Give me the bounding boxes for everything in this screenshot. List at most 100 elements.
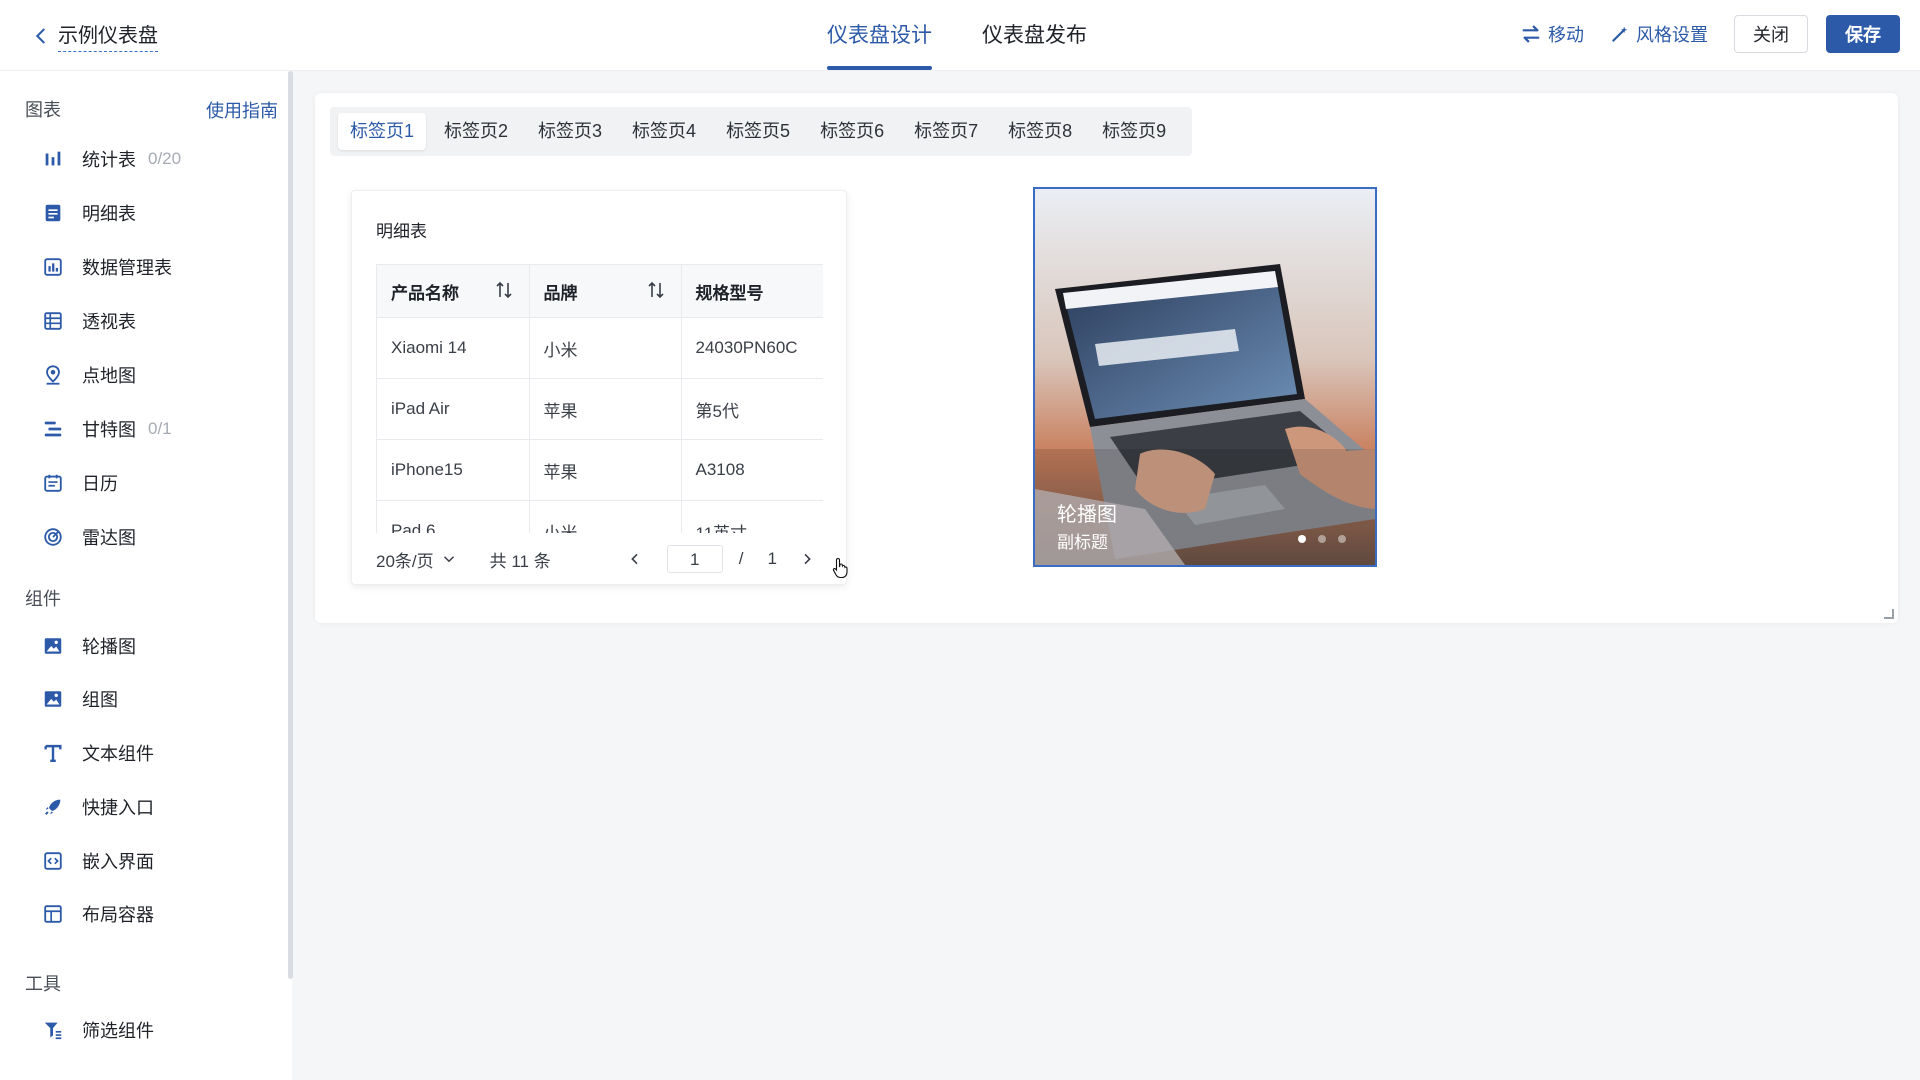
calendar-icon xyxy=(40,470,66,496)
sidebar-item-label: 点地图 xyxy=(82,366,136,386)
filter-icon xyxy=(40,1017,66,1043)
sidebar-item-point-map[interactable]: 点地图 xyxy=(40,360,136,390)
sidebar-item-quick-entry[interactable]: 快捷入口 xyxy=(40,792,154,822)
total-count: 共 11 条 xyxy=(489,551,551,571)
chevron-left-icon xyxy=(35,28,45,43)
canvas-tab[interactable]: 标签页7 xyxy=(902,113,990,150)
sidebar-item-statistics-table[interactable]: 统计表 0/20 xyxy=(40,144,181,174)
canvas-tab[interactable]: 标签页5 xyxy=(714,113,802,150)
map-pin-icon xyxy=(40,362,66,388)
sidebar-item-calendar[interactable]: 日历 xyxy=(40,468,118,498)
canvas-tab[interactable]: 标签页4 xyxy=(620,113,708,150)
sidebar-item-layout-container[interactable]: 布局容器 xyxy=(40,899,154,929)
page-size-value: 20条/页 xyxy=(376,551,434,571)
sidebar-item-carousel[interactable]: 轮播图 xyxy=(40,631,136,661)
sort-icon[interactable] xyxy=(495,280,513,300)
canvas-tab[interactable]: 标签页2 xyxy=(432,113,520,150)
sidebar-item-filter-component[interactable]: 筛选组件 xyxy=(40,1015,154,1045)
table-cell: 苹果 xyxy=(529,439,682,501)
carousel-widget[interactable]: 轮播图 副标题 xyxy=(1033,187,1377,567)
sidebar-item-image-group[interactable]: 组图 xyxy=(40,684,118,714)
sidebar-item-gantt[interactable]: 甘特图 0/1 xyxy=(40,414,172,444)
sidebar-item-label: 雷达图 xyxy=(82,528,136,548)
sidebar-item-label: 甘特图 xyxy=(82,420,136,440)
page-number-input[interactable]: 1 xyxy=(666,545,723,573)
table-cell: iPhone15 xyxy=(377,439,530,501)
table-cell: 小米 xyxy=(529,317,682,379)
column-header-model[interactable]: 规格型号 xyxy=(681,265,823,318)
page-size-select[interactable]: 20条/页 xyxy=(376,547,460,572)
sort-icon[interactable] xyxy=(647,280,665,300)
save-button[interactable]: 保存 xyxy=(1826,15,1900,53)
sidebar-item-label: 明细表 xyxy=(82,204,136,224)
table-row[interactable]: Xiaomi 14 小米 24030PN60C xyxy=(377,317,823,379)
dashboard-title[interactable]: 示例仪表盘 xyxy=(58,19,158,52)
table-pagination: 20条/页 共 11 条 1 / 1 xyxy=(376,544,836,574)
chevron-left-icon[interactable] xyxy=(627,551,643,567)
canvas-tab[interactable]: 标签页8 xyxy=(996,113,1084,150)
radar-icon xyxy=(40,524,66,550)
carousel-indicators xyxy=(1298,535,1358,543)
back-button[interactable]: 示例仪表盘 xyxy=(30,19,158,52)
sidebar-item-label: 日历 xyxy=(82,474,118,494)
image-group-icon xyxy=(40,686,66,712)
tools-section-title: 工具 xyxy=(25,974,61,994)
move-button[interactable]: 移动 xyxy=(1520,21,1584,47)
table-row[interactable]: Pad 6 小米 11英寸 xyxy=(377,500,823,533)
style-settings-button[interactable]: 风格设置 xyxy=(1610,21,1708,47)
carousel-image-icon xyxy=(40,633,66,659)
canvas-tab[interactable]: 标签页6 xyxy=(808,113,896,150)
rocket-icon xyxy=(40,794,66,820)
dashboard-canvas[interactable]: 标签页1 标签页2 标签页3 标签页4 标签页5 标签页6 标签页7 标签页8 … xyxy=(315,93,1898,623)
sidebar-item-label: 快捷入口 xyxy=(82,798,154,818)
carousel-dot[interactable] xyxy=(1338,535,1346,543)
carousel-title: 轮播图 xyxy=(1057,504,1117,526)
carousel-dot[interactable] xyxy=(1318,535,1326,543)
table-cell: 11英寸 xyxy=(681,500,823,533)
close-button[interactable]: 关闭 xyxy=(1734,15,1808,53)
mode-tabs: 仪表盘设计 仪表盘发布 xyxy=(815,0,1125,70)
widget-title: 明细表 xyxy=(376,222,427,241)
canvas-tab[interactable]: 标签页3 xyxy=(526,113,614,150)
sidebar-item-pivot-table[interactable]: 透视表 xyxy=(40,306,136,336)
user-guide-link[interactable]: 使用指南 xyxy=(206,97,278,123)
detail-table-widget[interactable]: 明细表 产品名称 品牌 规格型号 Xiaomi 14 小米 24030PN60C… xyxy=(351,190,847,585)
table-viewport[interactable]: 产品名称 品牌 规格型号 Xiaomi 14 小米 24030PN60C iPa… xyxy=(376,264,823,533)
table-cell: 苹果 xyxy=(529,378,682,440)
sidebar-item-text-component[interactable]: 文本组件 xyxy=(40,738,154,768)
column-header-label: 品牌 xyxy=(543,283,578,303)
chevron-down-icon xyxy=(443,556,454,563)
carousel-dot[interactable] xyxy=(1298,535,1306,543)
sidebar-item-radar[interactable]: 雷达图 xyxy=(40,522,136,552)
canvas-tab-bar: 标签页1 标签页2 标签页3 标签页4 标签页5 标签页6 标签页7 标签页8 … xyxy=(330,107,1193,156)
canvas-tab[interactable]: 标签页9 xyxy=(1090,113,1178,150)
resize-handle[interactable] xyxy=(1884,609,1894,619)
data-table-icon xyxy=(40,254,66,280)
column-header-product[interactable]: 产品名称 xyxy=(377,265,530,318)
table-cell: 第5代 xyxy=(681,378,823,440)
table-cell: 小米 xyxy=(529,500,682,533)
chevron-right-icon[interactable] xyxy=(799,551,815,567)
header-actions: 移动 风格设置 关闭 保存 xyxy=(1520,15,1900,53)
layout-icon xyxy=(40,901,66,927)
magic-wand-icon xyxy=(1612,26,1628,42)
sidebar-item-label: 嵌入界面 xyxy=(82,852,154,872)
sidebar-item-detail-table[interactable]: 明细表 xyxy=(40,198,136,228)
charts-section-title: 图表 xyxy=(25,100,61,120)
sidebar-item-data-management-table[interactable]: 数据管理表 xyxy=(40,252,172,282)
sidebar-item-embed-page[interactable]: 嵌入界面 xyxy=(40,846,154,876)
table-row[interactable]: iPad Air 苹果 第5代 xyxy=(377,378,823,440)
sidebar-item-label: 组图 xyxy=(82,690,118,710)
top-header: 示例仪表盘 仪表盘设计 仪表盘发布 移动 风格设置 关闭 保存 xyxy=(0,0,1920,71)
sidebar-scrollbar[interactable] xyxy=(288,71,293,979)
sidebar-item-label: 数据管理表 xyxy=(82,258,172,278)
canvas-tab[interactable]: 标签页1 xyxy=(338,113,427,150)
column-header-brand[interactable]: 品牌 xyxy=(529,265,682,318)
table-cell: Pad 6 xyxy=(377,500,530,533)
tab-design[interactable]: 仪表盘设计 xyxy=(815,0,944,70)
bar-chart-icon xyxy=(40,146,66,172)
table-row[interactable]: iPhone15 苹果 A3108 xyxy=(377,439,823,501)
tab-publish[interactable]: 仪表盘发布 xyxy=(970,0,1099,70)
usage-count: 0/1 xyxy=(148,419,172,438)
pivot-table-icon xyxy=(40,308,66,334)
